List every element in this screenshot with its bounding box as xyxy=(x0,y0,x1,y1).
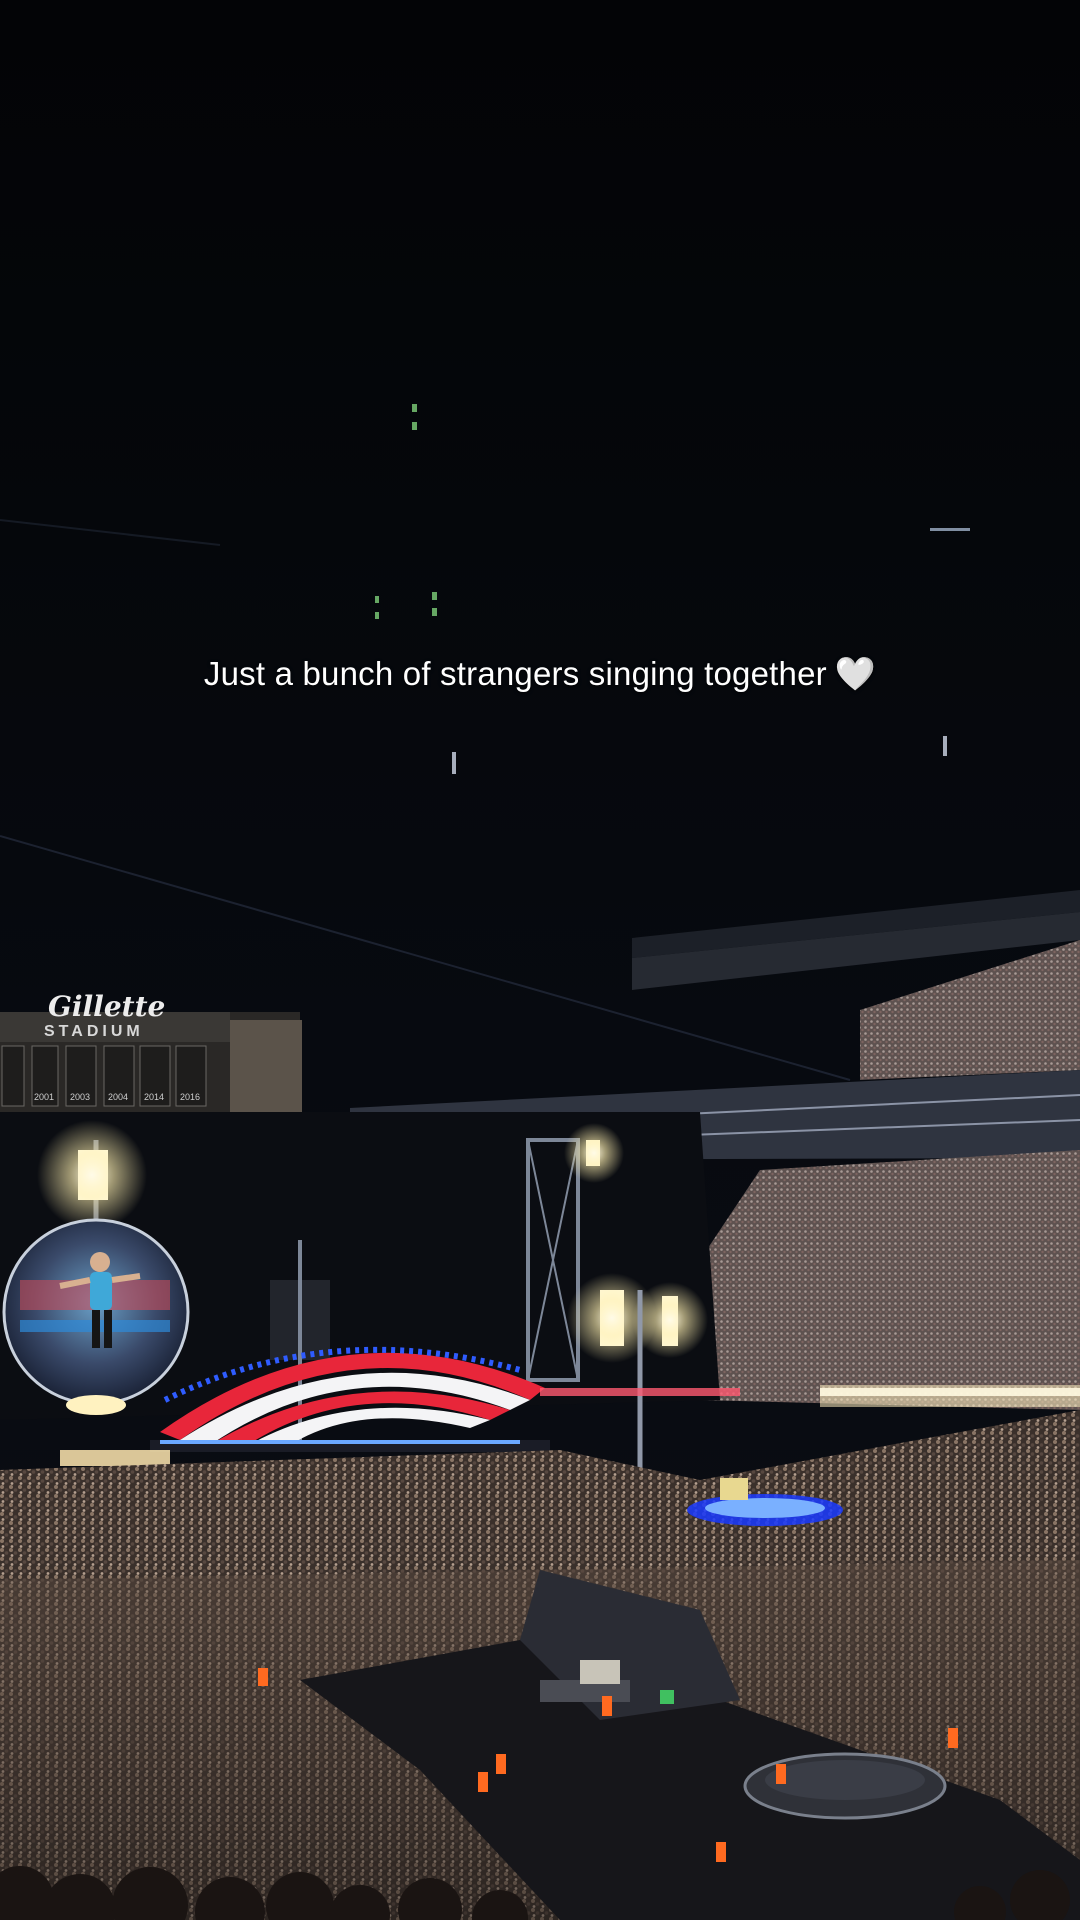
light-tower-left xyxy=(37,1120,147,1230)
overlay-caption: Just a bunch of strangers singing togeth… xyxy=(0,655,1080,694)
svg-text:2004: 2004 xyxy=(108,1092,128,1102)
stadium-sign-word: STADIUM xyxy=(44,1023,144,1040)
concert-photo: Gillette STADIUM 2001 2003 2004 2014 201… xyxy=(0,0,1080,1920)
white-heart-icon: 🤍 xyxy=(834,655,877,692)
svg-text:2016: 2016 xyxy=(180,1092,200,1102)
svg-text:2003: 2003 xyxy=(70,1092,90,1102)
caption-text: Just a bunch of strangers singing togeth… xyxy=(203,655,827,692)
svg-text:2001: 2001 xyxy=(34,1092,54,1102)
svg-text:2014: 2014 xyxy=(144,1092,164,1102)
stadium-sign-brand: Gillette xyxy=(48,990,165,1023)
stands-right xyxy=(700,1150,1080,1410)
